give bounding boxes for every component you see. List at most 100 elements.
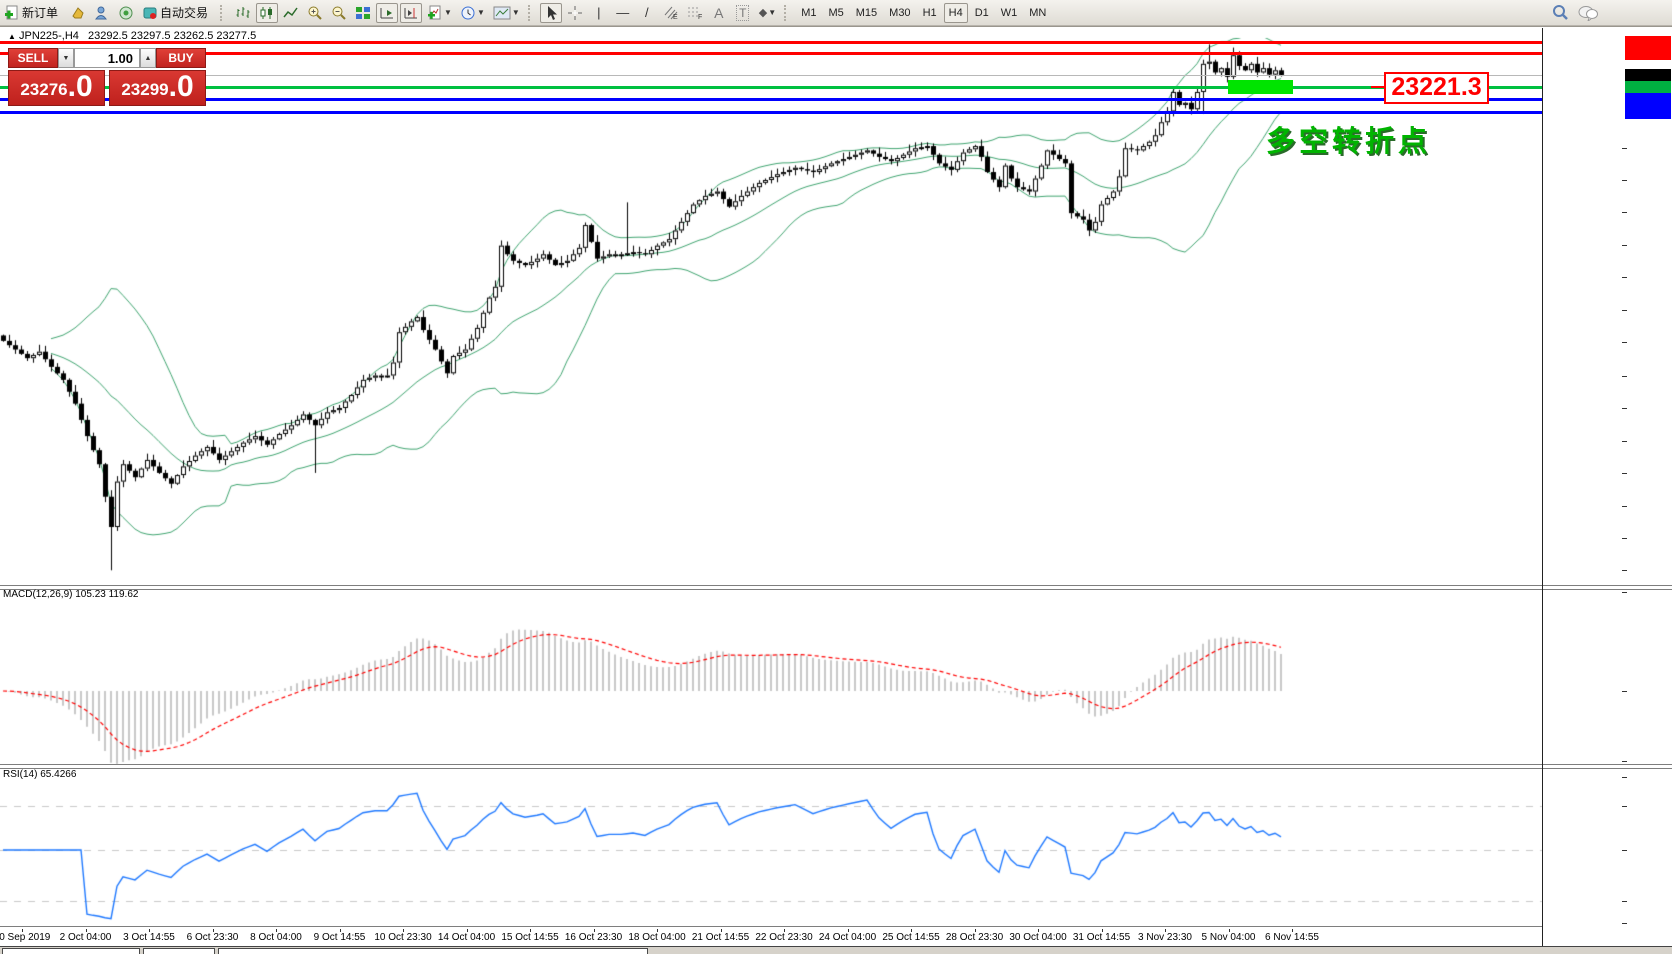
horizontal-line-object[interactable] <box>0 41 1542 44</box>
svg-text:F: F <box>698 14 702 20</box>
cursor-icon <box>544 5 558 21</box>
rsi-label: RSI(14) 65.4266 <box>3 769 76 780</box>
volume-up-icon: ▲ <box>145 55 152 62</box>
time-axis-label: 6 Oct 23:30 <box>187 932 239 943</box>
new-order-label: 新订单 <box>22 4 58 21</box>
time-axis-label: 18 Oct 04:00 <box>628 932 685 943</box>
pane-border <box>0 926 1542 927</box>
buy-price-button[interactable]: 23299 .0 <box>109 70 206 106</box>
svg-text:E: E <box>673 14 678 20</box>
search-icon <box>1552 4 1569 21</box>
new-order-button[interactable]: 新订单 <box>1 3 65 23</box>
horizontal-line-object[interactable] <box>0 98 1542 101</box>
horizontal-line-object[interactable] <box>0 111 1542 114</box>
vertical-line-button[interactable]: | <box>588 3 610 23</box>
buy-price-pips: .0 <box>169 72 194 102</box>
horizontal-line-object[interactable] <box>0 86 1542 89</box>
fibonacci-button[interactable]: F <box>684 3 706 23</box>
axis-tick <box>1622 923 1627 924</box>
time-axis-label: 9 Oct 14:55 <box>314 932 366 943</box>
toolbar-grip <box>220 5 227 21</box>
volume-up-button[interactable]: ▲ <box>140 48 156 68</box>
periods-caret-icon[interactable]: ▼ <box>477 8 485 17</box>
axis-tick <box>1622 376 1627 377</box>
sell-button[interactable]: SELL <box>8 48 58 68</box>
volume-input[interactable]: 1.00 <box>74 48 140 68</box>
bid-price-line[interactable] <box>0 75 1542 76</box>
profiles-button[interactable] <box>67 3 89 23</box>
price-tag <box>1625 47 1671 60</box>
cursor-button[interactable] <box>540 3 562 23</box>
time-axis-label: 6 Nov 14:55 <box>1265 932 1319 943</box>
price-box-connector <box>1371 86 1384 88</box>
timeframe-d1-button[interactable]: D1 <box>970 3 994 23</box>
volume-down-button[interactable]: ▼ <box>58 48 74 68</box>
indicators-button[interactable]: ▼ <box>424 3 455 23</box>
fibonacci-icon: F <box>687 5 703 20</box>
chart-shift-button[interactable] <box>400 3 422 23</box>
volume-down-icon: ▼ <box>63 55 70 62</box>
timeframe-h4-button[interactable]: H4 <box>944 3 968 23</box>
timeframe-m1-button[interactable]: M1 <box>796 3 821 23</box>
signals-button[interactable] <box>115 3 137 23</box>
pane-separator[interactable] <box>0 764 1672 769</box>
axis-tick <box>1622 277 1627 278</box>
bar-chart-button[interactable] <box>232 3 254 23</box>
buy-button[interactable]: BUY <box>156 48 206 68</box>
text-label-icon: T <box>736 5 749 21</box>
templates-icon <box>493 6 511 20</box>
highlight-rectangle[interactable] <box>1228 80 1293 94</box>
indicators-icon <box>427 5 443 21</box>
timeframe-mn-button[interactable]: MN <box>1024 3 1051 23</box>
market-watch-button[interactable] <box>91 3 113 23</box>
axis-tick <box>1622 245 1627 246</box>
templates-caret-icon[interactable]: ▼ <box>512 8 520 17</box>
time-axis-label: 10 Oct 23:30 <box>374 932 431 943</box>
indicators-caret-icon[interactable]: ▼ <box>444 8 452 17</box>
candlestick-chart-button[interactable] <box>256 3 278 23</box>
bar-chart-icon <box>235 6 251 20</box>
zoom-out-button[interactable] <box>328 3 350 23</box>
time-axis-label: 2 Oct 04:00 <box>60 932 112 943</box>
tile-windows-button[interactable] <box>352 3 374 23</box>
auto-scroll-button[interactable] <box>376 3 398 23</box>
turning-point-note[interactable]: 多空转折点 <box>1266 118 1431 160</box>
timeframe-m5-button[interactable]: M5 <box>823 3 848 23</box>
candlestick-chart-icon <box>259 6 275 20</box>
text-button[interactable]: A <box>708 3 730 23</box>
search-button[interactable] <box>1549 3 1572 23</box>
shapes-caret-icon[interactable]: ▼ <box>768 8 776 17</box>
channel-button[interactable]: E <box>660 3 682 23</box>
timeframe-w1-button[interactable]: W1 <box>996 3 1023 23</box>
pane-separator[interactable] <box>0 585 1672 590</box>
price-chart-canvas[interactable] <box>0 26 1672 954</box>
zoom-in-button[interactable] <box>304 3 326 23</box>
autotrading-button[interactable]: 自动交易 <box>139 3 215 23</box>
timeframe-m15-button[interactable]: M15 <box>851 3 882 23</box>
chart-shift-icon <box>403 6 419 20</box>
trendline-button[interactable]: / <box>636 3 658 23</box>
templates-button[interactable]: ▼ <box>490 3 523 23</box>
axis-tick <box>1622 806 1627 807</box>
horizontal-line-object[interactable] <box>0 52 1542 55</box>
auto-scroll-icon <box>379 6 395 20</box>
vertical-line-icon: | <box>597 5 600 20</box>
time-axis[interactable]: 30 Sep 20192 Oct 04:003 Oct 14:556 Oct 2… <box>0 929 1542 946</box>
sell-price-button[interactable]: 23276 .0 <box>8 70 105 106</box>
shapes-button[interactable]: ◆ ▼ <box>756 3 779 23</box>
chat-button[interactable] <box>1574 3 1602 23</box>
time-axis-label: 8 Oct 04:00 <box>250 932 302 943</box>
axis-tick <box>1622 180 1627 181</box>
price-annotation-box[interactable]: 23221.3 <box>1384 72 1489 104</box>
text-label-button[interactable]: T <box>732 3 754 23</box>
timeframe-h1-button[interactable]: H1 <box>918 3 942 23</box>
timeframe-m30-button[interactable]: M30 <box>884 3 915 23</box>
autotrading-label: 自动交易 <box>160 4 208 21</box>
crosshair-button[interactable] <box>564 3 586 23</box>
line-chart-button[interactable] <box>280 3 302 23</box>
horizontal-line-button[interactable]: — <box>612 3 634 23</box>
periods-button[interactable]: ▼ <box>457 3 488 23</box>
new-order-icon <box>4 5 20 21</box>
axis-tick <box>1622 342 1627 343</box>
price-axis-border <box>1542 28 1543 948</box>
